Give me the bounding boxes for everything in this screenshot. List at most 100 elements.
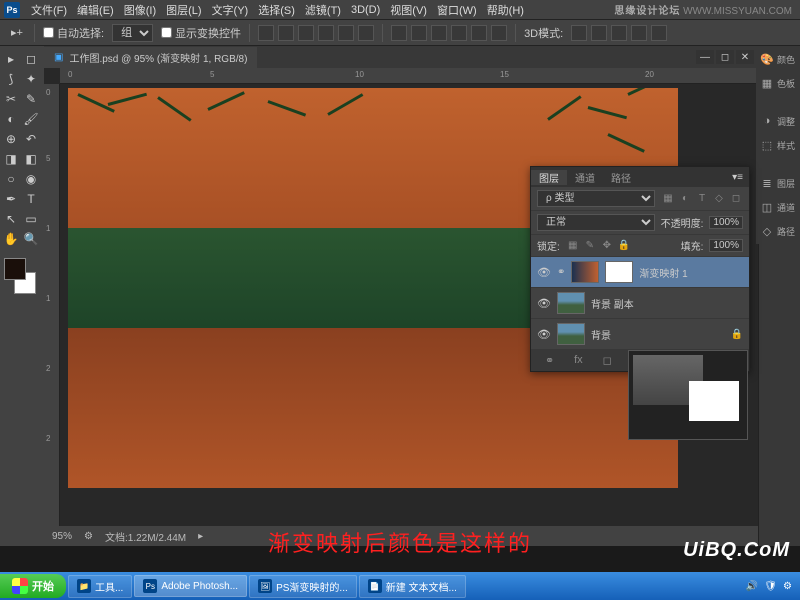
- lasso-tool[interactable]: ⟆: [2, 70, 20, 88]
- type-tool[interactable]: T: [22, 190, 40, 208]
- navigator-panel[interactable]: [628, 350, 748, 440]
- visibility-icon[interactable]: 👁: [537, 297, 551, 310]
- filter-type-icon[interactable]: T: [695, 192, 709, 206]
- filter-pixel-icon[interactable]: ▦: [661, 192, 675, 206]
- auto-select-dropdown[interactable]: 组: [112, 24, 153, 42]
- menu-image[interactable]: 图像(I): [119, 2, 161, 18]
- crop-tool[interactable]: ✂: [2, 90, 20, 108]
- channels-panel-tab[interactable]: ◫通道: [758, 198, 798, 216]
- taskbar-item[interactable]: 📁工具...: [68, 575, 132, 598]
- align-icon[interactable]: [338, 25, 354, 41]
- layer-row[interactable]: 👁 背景 🔒: [531, 319, 749, 350]
- lock-all-icon[interactable]: 🔒: [617, 239, 631, 253]
- zoom-tool[interactable]: 🔍: [22, 230, 40, 248]
- menu-file[interactable]: 文件(F): [26, 2, 72, 18]
- stamp-tool[interactable]: ⊕: [2, 130, 20, 148]
- gradient-tool[interactable]: ◧: [22, 150, 40, 168]
- blend-mode-dropdown[interactable]: 正常: [537, 214, 655, 231]
- swatches-panel-tab[interactable]: ▦色板: [758, 74, 798, 92]
- layer-name[interactable]: 背景 副本: [591, 296, 634, 311]
- maximize-icon[interactable]: ◻: [716, 50, 734, 64]
- distribute-icon[interactable]: [451, 25, 467, 41]
- taskbar-item[interactable]: PsAdobe Photosh...: [134, 575, 247, 597]
- mode3d-icon[interactable]: [611, 25, 627, 41]
- layer-filter-dropdown[interactable]: ρ 类型: [537, 190, 655, 207]
- taskbar-item[interactable]: 📄新建 文本文档...: [359, 575, 466, 598]
- eyedropper-tool[interactable]: ✎: [22, 90, 40, 108]
- align-icon[interactable]: [358, 25, 374, 41]
- visibility-icon[interactable]: 👁: [537, 328, 551, 341]
- distribute-icon[interactable]: [411, 25, 427, 41]
- distribute-icon[interactable]: [391, 25, 407, 41]
- menu-layer[interactable]: 图层(L): [161, 2, 206, 18]
- tab-layers[interactable]: 图层: [531, 170, 567, 185]
- adjustments-panel-tab[interactable]: ◑调整: [758, 112, 798, 130]
- minimize-icon[interactable]: —: [696, 50, 714, 64]
- menu-view[interactable]: 视图(V): [385, 2, 432, 18]
- link-layers-icon[interactable]: ⚭: [545, 354, 554, 367]
- wand-tool[interactable]: ✦: [22, 70, 40, 88]
- opacity-value[interactable]: 100%: [709, 216, 743, 229]
- mask-icon[interactable]: ◻: [603, 354, 612, 367]
- align-icon[interactable]: [258, 25, 274, 41]
- layer-thumb[interactable]: [571, 261, 599, 283]
- fx-icon[interactable]: fx: [574, 354, 583, 367]
- mode3d-icon[interactable]: [591, 25, 607, 41]
- layers-panel-tab[interactable]: ≣图层: [758, 174, 798, 192]
- styles-panel-tab[interactable]: ⬚样式: [758, 136, 798, 154]
- lock-pos-icon[interactable]: ✥: [600, 239, 614, 253]
- layer-name[interactable]: 背景: [591, 327, 611, 342]
- heal-tool[interactable]: ◐: [2, 110, 20, 128]
- move-tool[interactable]: ▸: [2, 50, 20, 68]
- panel-menu-icon[interactable]: ▾≡: [726, 172, 749, 183]
- distribute-icon[interactable]: [491, 25, 507, 41]
- filter-smart-icon[interactable]: ◻: [729, 192, 743, 206]
- lock-pixel-icon[interactable]: ✎: [583, 239, 597, 253]
- fg-color-swatch[interactable]: [4, 258, 26, 280]
- shape-tool[interactable]: ▭: [22, 210, 40, 228]
- menu-edit[interactable]: 编辑(E): [72, 2, 119, 18]
- layer-row[interactable]: 👁 ⚭ 渐变映射 1: [531, 257, 749, 288]
- filter-adjust-icon[interactable]: ◐: [678, 192, 692, 206]
- tab-paths[interactable]: 路径: [603, 170, 639, 185]
- visibility-icon[interactable]: 👁: [537, 266, 551, 279]
- menu-select[interactable]: 选择(S): [253, 2, 300, 18]
- filter-shape-icon[interactable]: ◇: [712, 192, 726, 206]
- align-icon[interactable]: [318, 25, 334, 41]
- color-swatches[interactable]: [2, 258, 38, 294]
- tray-icon[interactable]: 🛡: [764, 581, 777, 592]
- auto-select-checkbox[interactable]: 自动选择:: [43, 25, 104, 41]
- document-tab[interactable]: ▣工作图.psd @ 95% (渐变映射 1, RGB/8): [44, 47, 257, 68]
- hand-tool[interactable]: ✋: [2, 230, 20, 248]
- show-transform-checkbox[interactable]: 显示变换控件: [161, 25, 241, 41]
- distribute-icon[interactable]: [431, 25, 447, 41]
- eraser-tool[interactable]: ◨: [2, 150, 20, 168]
- tray-icon[interactable]: ⚙: [783, 581, 792, 592]
- history-tool[interactable]: ↶: [22, 130, 40, 148]
- start-button[interactable]: 开始: [0, 574, 66, 598]
- blur-tool[interactable]: ○: [2, 170, 20, 188]
- mode3d-icon[interactable]: [631, 25, 647, 41]
- pen-tool[interactable]: ✒: [2, 190, 20, 208]
- tab-channels[interactable]: 通道: [567, 170, 603, 185]
- dodge-tool[interactable]: ◉: [22, 170, 40, 188]
- mask-thumb[interactable]: [605, 261, 633, 283]
- menu-window[interactable]: 窗口(W): [432, 2, 482, 18]
- mode3d-icon[interactable]: [651, 25, 667, 41]
- menu-3d[interactable]: 3D(D): [346, 4, 385, 16]
- lock-trans-icon[interactable]: ▦: [566, 239, 580, 253]
- distribute-icon[interactable]: [471, 25, 487, 41]
- mode3d-icon[interactable]: [571, 25, 587, 41]
- layer-row[interactable]: 👁 背景 副本: [531, 288, 749, 319]
- marquee-tool[interactable]: ◻: [22, 50, 40, 68]
- align-icon[interactable]: [298, 25, 314, 41]
- layer-thumb[interactable]: [557, 323, 585, 345]
- tray-icon[interactable]: 🔊: [746, 581, 758, 592]
- layer-name[interactable]: 渐变映射 1: [639, 265, 687, 280]
- fill-value[interactable]: 100%: [709, 239, 743, 252]
- move-tool-icon[interactable]: ▸+: [8, 24, 26, 42]
- menu-type[interactable]: 文字(Y): [207, 2, 254, 18]
- menu-filter[interactable]: 滤镜(T): [300, 2, 346, 18]
- paths-panel-tab[interactable]: ◇路径: [758, 222, 798, 240]
- color-panel-tab[interactable]: 🎨颜色: [758, 50, 798, 68]
